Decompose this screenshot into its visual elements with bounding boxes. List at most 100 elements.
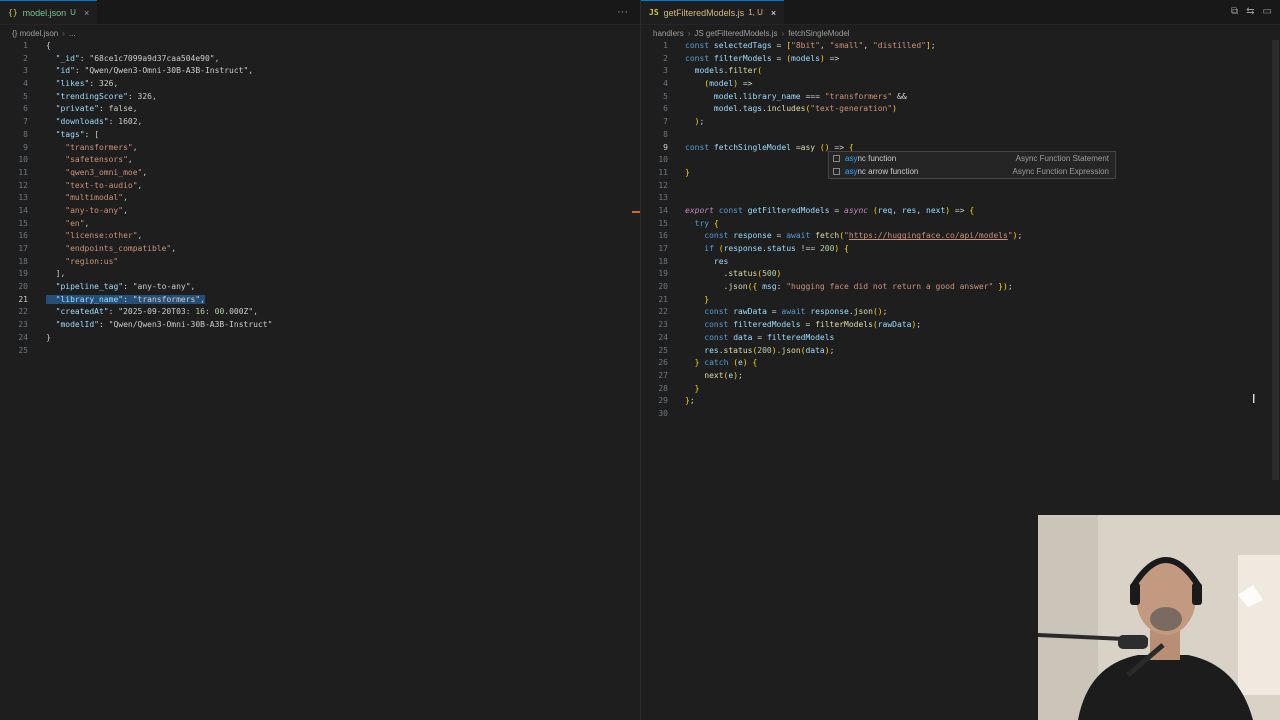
code-line[interactable]: 24} bbox=[0, 332, 640, 345]
breadcrumb-file[interactable]: JS getFilteredModels.js bbox=[694, 29, 777, 38]
code-line[interactable]: 3 "id": "Qwen/Qwen3-Omni-30B-A3B-Instruc… bbox=[0, 65, 640, 78]
code-line[interactable]: 4 (model) => bbox=[641, 78, 1280, 91]
code-line[interactable]: 2 "_id": "68ce1c7099a9d37caa504e90", bbox=[0, 53, 640, 66]
code-line[interactable]: 29}; bbox=[641, 395, 1280, 408]
tab-model-json[interactable]: {} model.json U × bbox=[0, 0, 98, 24]
code-line[interactable]: 15 "en", bbox=[0, 218, 640, 231]
autocomplete-item-async-function[interactable]: async function Async Function Statement bbox=[829, 152, 1115, 165]
code-line[interactable]: 8 "tags": [ bbox=[0, 129, 640, 142]
line-number: 26 bbox=[658, 358, 668, 368]
code-line[interactable]: 25 bbox=[0, 345, 640, 358]
code-line[interactable]: 18 "region:us" bbox=[0, 256, 640, 269]
code-line[interactable]: 21 "library_name": "transformers", bbox=[0, 294, 640, 307]
line-number: 18 bbox=[18, 256, 28, 266]
code-line[interactable]: 12 "text-to-audio", bbox=[0, 180, 640, 193]
code-text: if (response.status !== 200) { bbox=[704, 244, 849, 253]
code-text: } bbox=[685, 167, 690, 177]
code-line[interactable]: 13 "multimodal", bbox=[0, 192, 640, 205]
code-text: } bbox=[46, 332, 51, 342]
json-editor[interactable]: 1{2 "_id": "68ce1c7099a9d37caa504e90", 3 … bbox=[0, 40, 640, 720]
code-line[interactable]: 20 "pipeline_tag": "any-to-any", bbox=[0, 281, 640, 294]
line-number: 22 bbox=[658, 307, 668, 317]
code-text: "likes": 326, bbox=[55, 79, 119, 89]
code-text: next(e); bbox=[704, 370, 743, 380]
line-number: 4 bbox=[23, 79, 28, 89]
breadcrumb: {} model.json › ... bbox=[0, 26, 640, 40]
code-text: const rawData = await response.json(); bbox=[704, 307, 888, 317]
code-line[interactable]: 13 bbox=[641, 192, 1280, 205]
code-line[interactable]: 17 if (response.status !== 200) { bbox=[641, 243, 1280, 256]
code-line[interactable]: 16 const response = await fetch("https:/… bbox=[641, 230, 1280, 243]
code-line[interactable]: 5 "trendingScore": 326, bbox=[0, 91, 640, 104]
code-line[interactable]: 30 bbox=[641, 408, 1280, 421]
code-line[interactable]: 5 model.library_name === "transformers" … bbox=[641, 91, 1280, 104]
code-line[interactable]: 23 "modelId": "Qwen/Qwen3-Omni-30B-A3B-I… bbox=[0, 319, 640, 332]
code-line[interactable]: 21 } bbox=[641, 294, 1280, 307]
line-number: 21 bbox=[18, 294, 28, 304]
code-line[interactable]: 28 } bbox=[641, 383, 1280, 396]
code-line[interactable]: 17 "endpoints_compatible", bbox=[0, 243, 640, 256]
code-line[interactable]: 8 bbox=[641, 129, 1280, 142]
code-line[interactable]: 14 "any-to-any", bbox=[0, 205, 640, 218]
code-text: const selectedTags = ["8bit", "small", "… bbox=[685, 41, 936, 50]
line-number: 4 bbox=[663, 79, 668, 89]
vertical-scrollbar[interactable] bbox=[1272, 40, 1279, 480]
code-line[interactable]: 26 } catch (e) { bbox=[641, 357, 1280, 370]
code-line[interactable]: 19 .status(500) bbox=[641, 268, 1280, 281]
code-line[interactable]: 14 export const getFilteredModels = async… bbox=[641, 205, 1280, 218]
chevron-right-icon: › bbox=[781, 28, 785, 38]
code-text: const filterModels = (models) => bbox=[685, 53, 840, 63]
code-line[interactable]: 6 model.tags.includes("text-generation") bbox=[641, 103, 1280, 116]
left-editor-group: {} model.json U × ··· {} model.json › ..… bbox=[0, 0, 640, 720]
code-line[interactable]: 22 const rawData = await response.json()… bbox=[641, 306, 1280, 319]
code-text: const data = filteredModels bbox=[704, 332, 835, 342]
line-number: 10 bbox=[658, 155, 668, 165]
code-line[interactable]: 4 "likes": 326, bbox=[0, 78, 640, 91]
code-line[interactable]: 22 "createdAt": "2025-09-20T03: 16: 00.0… bbox=[0, 306, 640, 319]
code-text: res.status(200).json(data); bbox=[704, 345, 835, 355]
code-line[interactable]: 3 models.filter( bbox=[641, 65, 1280, 78]
breadcrumb-symbol[interactable]: ... bbox=[69, 29, 76, 38]
code-line[interactable]: 19 ], bbox=[0, 268, 640, 281]
code-line[interactable]: 7 "downloads": 1602, bbox=[0, 116, 640, 129]
more-actions-icon[interactable]: ··· bbox=[617, 6, 628, 18]
breadcrumb-symbol[interactable]: fetchSingleModel bbox=[788, 29, 849, 38]
line-number: 29 bbox=[658, 396, 668, 406]
code-line[interactable]: 12 bbox=[641, 180, 1280, 193]
json-file-icon: {} bbox=[8, 8, 18, 17]
code-line[interactable]: 16 "license:other", bbox=[0, 230, 640, 243]
code-line[interactable]: 11 "qwen3_omni_moe", bbox=[0, 167, 640, 180]
code-line[interactable]: 6 "private": false, bbox=[0, 103, 640, 116]
presenter-video-image bbox=[1038, 515, 1280, 720]
code-line[interactable]: 25 res.status(200).json(data); bbox=[641, 345, 1280, 358]
code-line[interactable]: 18 res bbox=[641, 256, 1280, 269]
code-text: }; bbox=[685, 396, 695, 406]
breadcrumb-folder[interactable]: handlers bbox=[653, 29, 684, 38]
autocomplete-item-async-arrow-function[interactable]: async arrow function Async Function Expr… bbox=[829, 165, 1115, 178]
split-editor-icon[interactable]: ▭ bbox=[1263, 6, 1272, 17]
open-changes-icon[interactable]: ⧉ bbox=[1231, 6, 1238, 17]
code-line[interactable]: 20 .json({ msg: "hugging face did not re… bbox=[641, 281, 1280, 294]
close-icon[interactable]: × bbox=[84, 8, 89, 18]
code-line[interactable]: 2 const filterModels = (models) => bbox=[641, 53, 1280, 66]
chevron-right-icon: › bbox=[62, 28, 65, 38]
code-text: ); bbox=[694, 117, 705, 127]
code-text: "createdAt": "2025-09-20T03: 16: 00.000Z… bbox=[55, 307, 258, 317]
code-line[interactable]: 23 const filteredModels = filterModels(r… bbox=[641, 319, 1280, 332]
close-icon[interactable]: × bbox=[771, 8, 776, 18]
compare-icon[interactable]: ⇆ bbox=[1246, 6, 1254, 17]
code-line[interactable]: 27 next(e); bbox=[641, 370, 1280, 383]
tab-getfilteredmodels-js[interactable]: JS getFilteredModels.js 1, U × bbox=[641, 0, 785, 24]
code-line[interactable]: 7 ); bbox=[641, 116, 1280, 129]
code-text: "any-to-any", bbox=[65, 205, 128, 215]
code-line[interactable]: 1 const selectedTags = ["8bit", "small", … bbox=[641, 40, 1280, 53]
code-line[interactable]: 10 "safetensors", bbox=[0, 154, 640, 167]
completion-detail: Async Function Expression bbox=[1012, 167, 1110, 176]
git-status-badge: U bbox=[70, 8, 76, 17]
code-line[interactable]: 9 "transformers", bbox=[0, 142, 640, 155]
code-line[interactable]: 15 try { bbox=[641, 218, 1280, 231]
code-line[interactable]: 24 const data = filteredModels bbox=[641, 332, 1280, 345]
code-line[interactable]: 1{ bbox=[0, 40, 640, 53]
breadcrumb-file[interactable]: {} model.json bbox=[12, 29, 58, 38]
code-text: "trendingScore": 326, bbox=[55, 91, 157, 101]
